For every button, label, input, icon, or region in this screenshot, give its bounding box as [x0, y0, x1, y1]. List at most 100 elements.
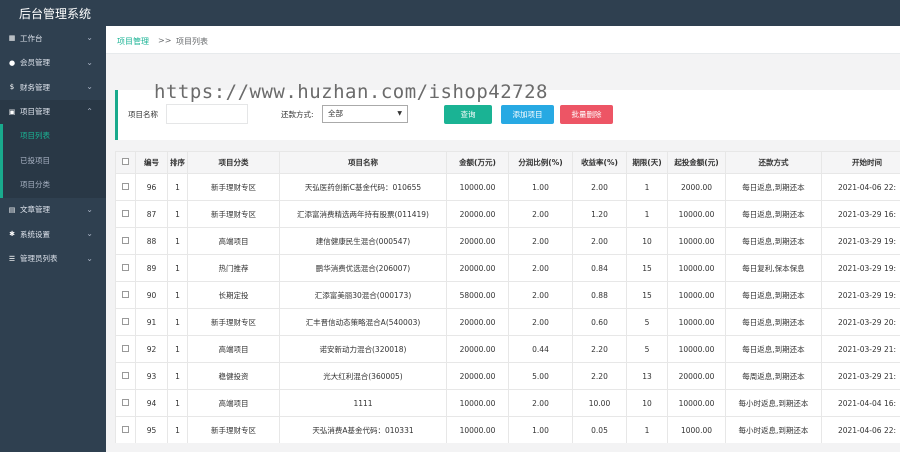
col-header[interactable]: 分润比例(%) [508, 151, 573, 174]
sidebar-item-label: 系统设置 [20, 229, 50, 239]
table-cell: 90 [135, 281, 168, 309]
table-cell: 1 [167, 173, 188, 201]
row-checkbox[interactable] [122, 344, 129, 352]
table-cell: 热门推荐 [187, 254, 280, 282]
row-checkbox[interactable] [122, 398, 129, 406]
table-cell: 1 [167, 227, 188, 255]
search-button[interactable]: 查询 [444, 105, 492, 124]
sidebar-item-dashboard[interactable]: ▦ 工作台 ⌄ [0, 26, 106, 51]
sidebar-subitem-invested[interactable]: 已投项目 [3, 149, 106, 174]
table-cell: 88 [135, 227, 168, 255]
col-header[interactable]: 编号 [135, 151, 168, 174]
col-header[interactable]: 开始时间 [821, 151, 900, 174]
table-header-row: 编号 排序 项目分类 项目名称 金额(万元) 分润比例(%) 收益率(%) 期限… [115, 151, 900, 174]
table-cell: 13 [626, 362, 668, 390]
row-select-cell[interactable] [115, 200, 136, 228]
row-checkbox[interactable] [122, 209, 129, 217]
breadcrumb-separator: >> [158, 36, 172, 45]
select-all-header[interactable] [115, 151, 136, 174]
table-row[interactable]: 92 1 高端项目 诺安新动力混合(320018) 20000.00 0.44 2.20 5 1… [115, 335, 900, 363]
col-header[interactable]: 收益率(%) [572, 151, 627, 174]
top-bar: 后台管理系统 [0, 0, 900, 26]
table-cell: 2000.00 [667, 173, 726, 201]
add-project-button[interactable]: 添加项目 [501, 105, 554, 124]
table-cell: 1.20 [572, 200, 627, 228]
project-name-label: 项目名称 [128, 110, 158, 119]
folder-icon: ▣ [8, 107, 16, 116]
col-header[interactable]: 金额(万元) [446, 151, 509, 174]
table-cell: 2021-04-06 22: [821, 173, 900, 201]
table-cell: 2021-03-29 21: [821, 362, 900, 390]
chevron-down-icon: ⌄ [86, 253, 93, 263]
table-cell: 0.60 [572, 308, 627, 336]
sidebar-subitem-project-list[interactable]: 项目列表 [3, 124, 106, 149]
main-content: 项目管理 >> 项目列表 https://www.huzhan.com/isho… [106, 26, 900, 452]
table-cell: 每日返息,到期还本 [725, 227, 822, 255]
batch-delete-button[interactable]: 批量删除 [560, 105, 613, 124]
table-cell: 天弘消费A基金代码：010331 [279, 416, 447, 443]
table-cell: 1 [626, 200, 668, 228]
row-select-cell[interactable] [115, 173, 136, 201]
table-row[interactable]: 88 1 高端项目 建信健康民生混合(000547) 20000.00 2.00 2.00 1… [115, 227, 900, 255]
row-select-cell[interactable] [115, 281, 136, 309]
sidebar-item-articles[interactable]: ▤ 文章管理 ⌄ [0, 198, 106, 223]
table-cell: 2021-03-29 19: [821, 227, 900, 255]
col-header[interactable]: 项目名称 [279, 151, 447, 174]
table-cell: 10000.00 [667, 200, 726, 228]
row-select-cell[interactable] [115, 254, 136, 282]
table-row[interactable]: 93 1 稳健投资 光大红利混合(360005) 20000.00 5.00 2.20 13 2… [115, 362, 900, 390]
row-checkbox[interactable] [122, 236, 129, 244]
table-row[interactable]: 94 1 高端项目 1111 10000.00 2.00 10.00 10 10000.00 每小… [115, 389, 900, 417]
col-header[interactable]: 还款方式 [725, 151, 822, 174]
project-name-input[interactable] [166, 104, 248, 124]
sidebar-item-settings[interactable]: ✱ 系统设置 ⌄ [0, 222, 106, 247]
row-select-cell[interactable] [115, 416, 136, 443]
table-cell: 鹏华消费优选混合(206007) [279, 254, 447, 282]
table-cell: 建信健康民生混合(000547) [279, 227, 447, 255]
app-title: 后台管理系统 [19, 7, 92, 21]
col-header[interactable]: 排序 [167, 151, 188, 174]
sidebar-subitem-category[interactable]: 项目分类 [3, 173, 106, 198]
table-body: 96 1 新手理财专区 天弘医药创新C基金代码：010655 10000.00 1.00 2… [115, 173, 900, 443]
project-submenu: 项目列表 已投项目 项目分类 [0, 124, 106, 198]
row-checkbox[interactable] [122, 317, 129, 325]
table-cell: 汇添富消费精选两年持有股票(011419) [279, 200, 447, 228]
row-checkbox[interactable] [122, 263, 129, 271]
repay-mode-select[interactable]: 全部 ▼ [322, 105, 408, 123]
table-row[interactable]: 91 1 新手理财专区 汇丰晋信动态策略混合A(540003) 20000.00 2.00… [115, 308, 900, 336]
table-row[interactable]: 96 1 新手理财专区 天弘医药创新C基金代码：010655 10000.00 1.00 2… [115, 173, 900, 201]
table-row[interactable]: 90 1 长期定投 汇添富美丽30混合(000173) 58000.00 2.00 0.88… [115, 281, 900, 309]
sidebar-item-admins[interactable]: ☰ 管理员列表 ⌄ [0, 247, 106, 272]
table-cell: 89 [135, 254, 168, 282]
table-row[interactable]: 95 1 新手理财专区 天弘消费A基金代码：010331 10000.00 1.00 0.0… [115, 416, 900, 443]
row-select-cell[interactable] [115, 362, 136, 390]
col-header[interactable]: 项目分类 [187, 151, 280, 174]
sidebar-item-finance[interactable]: $ 财务管理 ⌄ [0, 75, 106, 100]
row-checkbox[interactable] [122, 425, 129, 433]
table-cell: 1111 [279, 389, 447, 417]
table-cell: 10.00 [572, 389, 627, 417]
table-cell: 10000.00 [667, 281, 726, 309]
table-row[interactable]: 89 1 热门推荐 鹏华消费优选混合(206007) 20000.00 2.00 0.84 1… [115, 254, 900, 282]
breadcrumb-level2: 项目列表 [176, 37, 208, 46]
table-cell: 1.00 [508, 173, 573, 201]
row-checkbox[interactable] [122, 371, 129, 379]
table-cell: 1 [167, 389, 188, 417]
select-all-checkbox[interactable] [122, 158, 129, 165]
table-cell: 光大红利混合(360005) [279, 362, 447, 390]
col-header[interactable]: 期限(天) [626, 151, 668, 174]
sidebar-item-projects[interactable]: ▣ 项目管理 ⌃ [0, 99, 106, 124]
col-header[interactable]: 起投金额(元) [667, 151, 726, 174]
sidebar-item-members[interactable]: ● 会员管理 ⌄ [0, 51, 106, 76]
table-cell: 10000.00 [667, 308, 726, 336]
row-select-cell[interactable] [115, 389, 136, 417]
table-row[interactable]: 87 1 新手理财专区 汇添富消费精选两年持有股票(011419) 20000.00 2.… [115, 200, 900, 228]
row-select-cell[interactable] [115, 335, 136, 363]
row-select-cell[interactable] [115, 227, 136, 255]
dropdown-arrow-icon: ▼ [397, 110, 402, 117]
breadcrumb-level1[interactable]: 项目管理 [117, 36, 149, 47]
row-checkbox[interactable] [122, 182, 129, 190]
row-select-cell[interactable] [115, 308, 136, 336]
sidebar-item-label: 管理员列表 [20, 254, 58, 264]
row-checkbox[interactable] [122, 290, 129, 298]
